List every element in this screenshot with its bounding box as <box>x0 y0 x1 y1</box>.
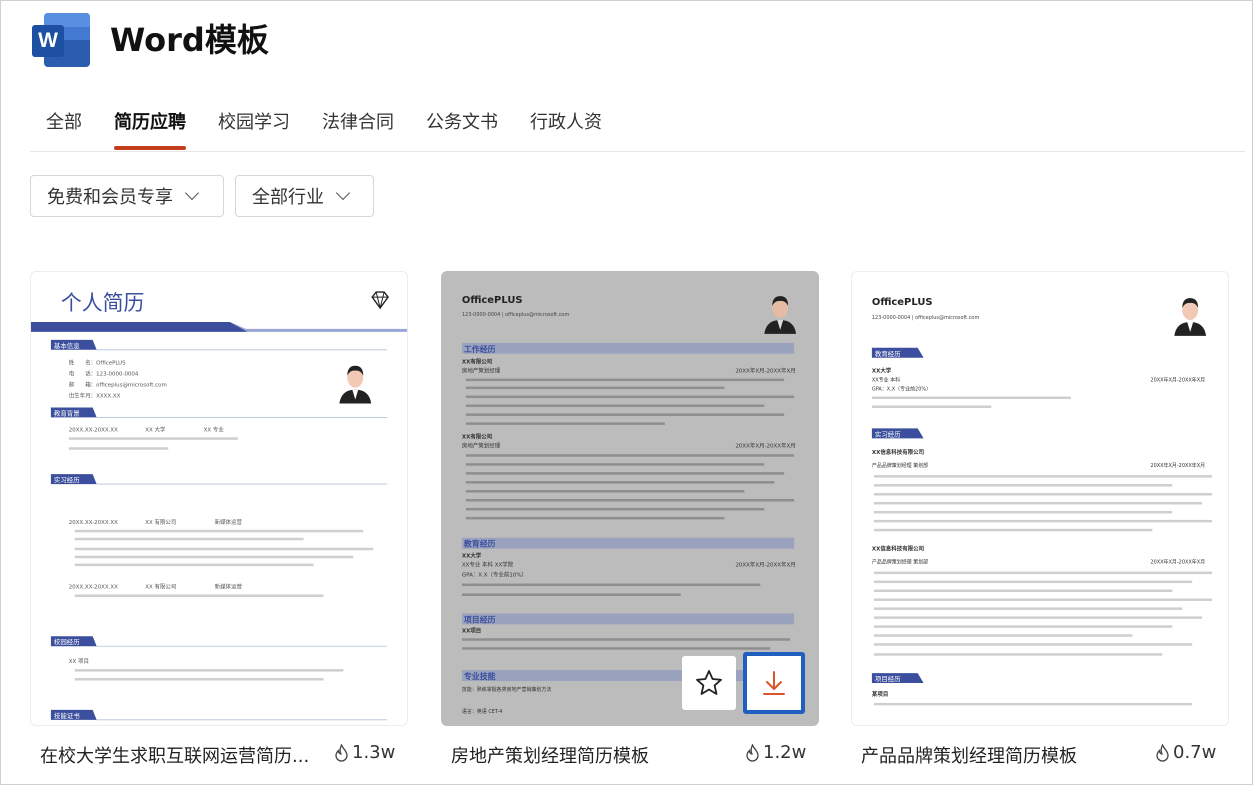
tabs-divider <box>30 151 1245 152</box>
svg-text:专业技能: 专业技能 <box>464 671 496 681</box>
tab-legal[interactable]: 法律合同 <box>322 108 394 152</box>
svg-text:XX有限公司: XX有限公司 <box>462 358 492 366</box>
template-title-3[interactable]: 产品品牌策划经理简历模板 <box>861 742 1077 768</box>
download-icon <box>763 671 785 695</box>
svg-text:校园经历: 校园经历 <box>54 637 80 646</box>
svg-text:某项目: 某项目 <box>872 690 888 698</box>
star-icon <box>696 670 722 695</box>
svg-text:20XX年X月-20XX年X月: 20XX年X月-20XX年X月 <box>1150 559 1205 566</box>
svg-text:123-0000-0004 | officeplus@mic: 123-0000-0004 | officeplus@microsoft.com <box>462 312 570 318</box>
svg-text:123-0000-0004 | officeplus@mic: 123-0000-0004 | officeplus@microsoft.com <box>872 315 980 321</box>
page-title: Word模板 <box>110 21 269 59</box>
svg-text:语言：英语 CET-4: 语言：英语 CET-4 <box>462 708 503 715</box>
sec-edu: 教育经历 <box>871 347 924 358</box>
svg-text:GPA：X.X（专业前10%）: GPA：X.X（专业前10%） <box>462 571 527 579</box>
svg-text:XX专业 本科: XX专业 本科 <box>872 377 900 384</box>
template-card-1[interactable]: 个人简历 基本信息 姓 名：OfficePLUS 电 话：123-0000-00… <box>30 271 408 726</box>
resume-preview-thumbnail: OfficePLUS 123-0000-0004 | officeplus@mi… <box>871 297 1213 706</box>
resume-preview-thumbnail: 个人简历 基本信息 姓 名：OfficePLUS 电 话：123-0000-00… <box>31 291 407 721</box>
svg-text:20XX年X月-20XX年X月: 20XX年X月-20XX年X月 <box>1150 377 1205 384</box>
sec-edu: 教育背景 <box>50 407 388 418</box>
flame-icon <box>1156 743 1169 762</box>
word-app-icon: W <box>32 13 90 67</box>
premium-diamond-icon <box>371 291 389 310</box>
template-card-3[interactable]: OfficePLUS 123-0000-0004 | officeplus@mi… <box>851 271 1229 726</box>
sec-basic: 基本信息 <box>50 339 388 351</box>
svg-text:技能：熟练掌握各类房地产营销策划方法: 技能：熟练掌握各类房地产营销策划方法 <box>462 686 551 693</box>
svg-text:20XX年X月-20XX年X月: 20XX年X月-20XX年X月 <box>1150 462 1205 469</box>
svg-text:项目经历: 项目经历 <box>875 674 901 683</box>
svg-text:20XX.XX-20XX.XX XX 有限公司: 20XX.XX-20XX.XX XX 有限公司 新媒体运营 <box>69 518 243 526</box>
tab-campus[interactable]: 校园学习 <box>218 108 290 152</box>
svg-text:XX项目: XX项目 <box>462 626 481 634</box>
template-card-2[interactable]: OfficePLUS 123-0000-0004 | officeplus@mi… <box>441 271 819 726</box>
popularity-count-2: 1.2w <box>745 742 806 763</box>
svg-text:XX专业 本科 XX学院: XX专业 本科 XX学院 <box>462 561 514 569</box>
avatar <box>1174 298 1207 336</box>
svg-text:基本信息: 基本信息 <box>54 341 80 350</box>
category-tabs: 全部 简历应聘 校园学习 法律合同 公务文书 行政人资 <box>46 108 634 152</box>
svg-text:出生年月：XXXX.XX: 出生年月：XXXX.XX <box>69 392 121 400</box>
tab-all[interactable]: 全部 <box>46 108 82 152</box>
membership-filter-label: 免费和会员专享 <box>47 187 173 208</box>
svg-text:产品品牌策划经理 策划部: 产品品牌策划经理 策划部 <box>872 559 928 566</box>
sec-skills: 技能证书 <box>50 709 388 721</box>
svg-text:工作经历: 工作经历 <box>464 344 496 354</box>
svg-text:OfficePLUS: OfficePLUS <box>872 297 933 308</box>
svg-text:教育背景: 教育背景 <box>54 408 80 417</box>
sec-intern: 实习经历 <box>871 428 924 438</box>
svg-text:电 话：123-0000-0004: 电 话：123-0000-0004 <box>69 370 139 378</box>
avatar <box>764 296 797 334</box>
svg-text:XX 项目: XX 项目 <box>69 658 89 665</box>
svg-text:实习经历: 实习经历 <box>875 429 901 438</box>
svg-text:20XX年X月-20XX年X月: 20XX年X月-20XX年X月 <box>735 367 795 375</box>
svg-text:OfficePLUS: OfficePLUS <box>462 295 523 306</box>
preview-heading: 个人简历 <box>61 291 144 315</box>
svg-text:20XX.XX-20XX.XX XX 大学: 20XX.XX-20XX.XX XX 大学 XX 专业 <box>69 425 225 433</box>
tab-hr[interactable]: 行政人资 <box>530 108 602 152</box>
tab-resume[interactable]: 简历应聘 <box>114 108 186 152</box>
industry-filter-dropdown[interactable]: 全部行业 <box>235 175 374 217</box>
sec-campus: 校园经历 <box>50 636 388 647</box>
industry-filter-label: 全部行业 <box>252 187 324 208</box>
membership-filter-dropdown[interactable]: 免费和会员专享 <box>30 175 224 217</box>
svg-text:20XX年X月-20XX年X月: 20XX年X月-20XX年X月 <box>735 561 795 569</box>
svg-text:20XX年X月-20XX年X月: 20XX年X月-20XX年X月 <box>735 441 795 449</box>
svg-text:XX大学: XX大学 <box>462 552 482 560</box>
download-button[interactable] <box>743 652 805 714</box>
chevron-down-icon <box>184 185 200 201</box>
svg-text:XX大学: XX大学 <box>872 367 892 375</box>
popularity-count-3: 0.7w <box>1155 742 1216 763</box>
svg-text:房地产策划经理: 房地产策划经理 <box>462 367 501 375</box>
chevron-down-icon <box>335 185 351 201</box>
sec-project: 项目经历 <box>871 673 924 683</box>
svg-text:实习经历: 实习经历 <box>54 475 80 484</box>
svg-text:产品品牌策划经理 策划部: 产品品牌策划经理 策划部 <box>872 462 928 469</box>
popularity-count-1: 1.3w <box>334 742 395 763</box>
tab-official[interactable]: 公务文书 <box>426 108 498 152</box>
flame-icon <box>746 743 759 762</box>
svg-text:GPA：X.X（专业前20%）: GPA：X.X（专业前20%） <box>872 386 931 393</box>
svg-text:技能证书: 技能证书 <box>54 711 80 720</box>
svg-text:教育经历: 教育经历 <box>875 349 901 358</box>
favorite-button[interactable] <box>682 656 736 710</box>
svg-text:教育经历: 教育经历 <box>463 539 496 549</box>
template-title-2[interactable]: 房地产策划经理简历模板 <box>451 742 649 768</box>
sec-intern: 实习经历 <box>50 474 388 485</box>
svg-text:房地产策划经理: 房地产策划经理 <box>462 441 501 449</box>
svg-text:XX信息科技有限公司: XX信息科技有限公司 <box>872 448 924 456</box>
svg-text:项目经历: 项目经历 <box>464 614 496 624</box>
svg-text:XX有限公司: XX有限公司 <box>462 432 492 440</box>
flame-icon <box>335 743 348 762</box>
svg-text:XX信息科技有限公司: XX信息科技有限公司 <box>872 545 924 553</box>
svg-text:20XX.XX-20XX.XX XX 有限公司: 20XX.XX-20XX.XX XX 有限公司 新媒体运营 <box>69 583 243 591</box>
avatar <box>335 357 376 404</box>
template-title-1[interactable]: 在校大学生求职互联网运营简历... <box>40 742 309 768</box>
svg-text:姓 名：OfficePLUS: 姓 名：OfficePLUS <box>69 359 126 367</box>
svg-text:邮 箱：officeplus@microsoft.com: 邮 箱：officeplus@microsoft.com <box>69 381 167 389</box>
